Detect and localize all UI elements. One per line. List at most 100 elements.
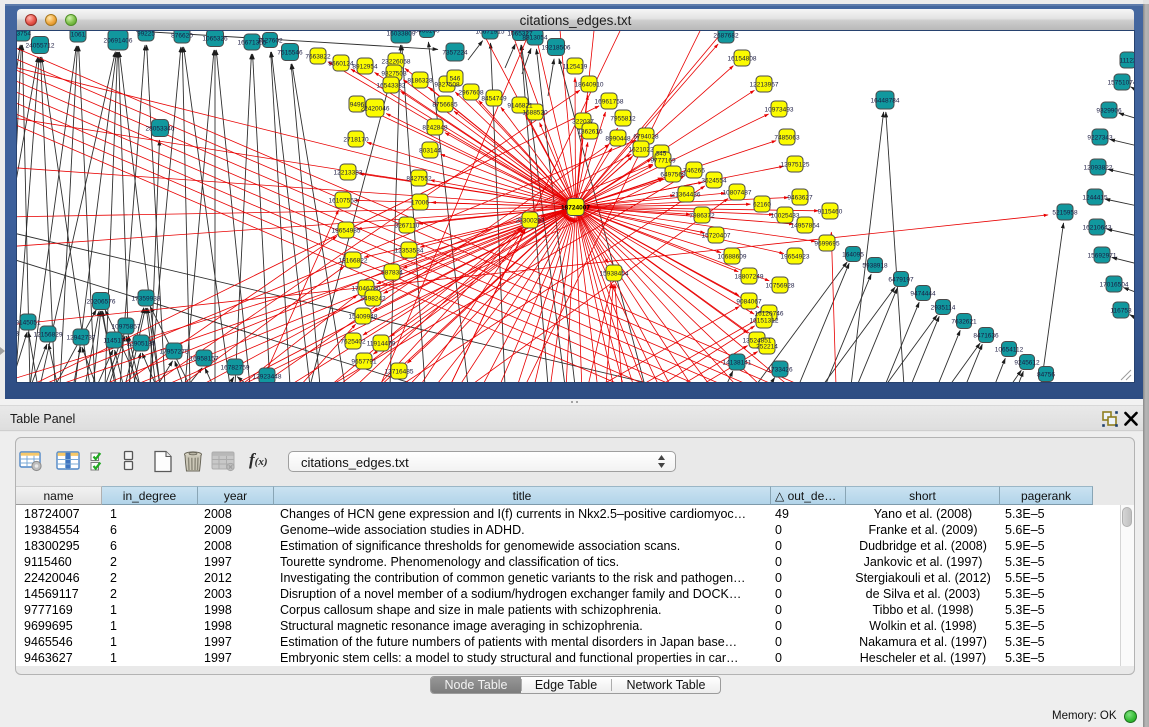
svg-text:9145051: 9145051 — [17, 320, 41, 327]
svg-text:7663822: 7663822 — [305, 54, 331, 61]
svg-text:9474444: 9474444 — [910, 291, 936, 298]
svg-text:6479197: 6479197 — [888, 277, 914, 284]
svg-text:7625402: 7625402 — [340, 339, 366, 346]
svg-text:15409948: 15409948 — [349, 314, 378, 321]
svg-text:17006: 17006 — [411, 200, 429, 207]
svg-text:3267110: 3267110 — [395, 223, 420, 230]
svg-text:15692971: 15692971 — [1088, 253, 1117, 260]
svg-text:5215958: 5215958 — [1052, 210, 1078, 217]
svg-text:6794028: 6794028 — [633, 134, 659, 141]
svg-text:18724007: 18724007 — [561, 205, 590, 212]
svg-text:19654985: 19654985 — [332, 228, 361, 235]
svg-text:10025433: 10025433 — [771, 213, 800, 220]
svg-text:16961758: 16961758 — [595, 99, 624, 106]
svg-text:16120746: 16120746 — [755, 311, 784, 318]
svg-text:8186328: 8186328 — [407, 78, 433, 85]
svg-text:7515546: 7515546 — [277, 50, 303, 57]
svg-text:84756: 84756 — [1037, 372, 1055, 379]
svg-text:10807487: 10807487 — [723, 190, 752, 197]
svg-text:9115460: 9115460 — [818, 209, 843, 216]
svg-text:1527602: 1527602 — [257, 38, 283, 45]
svg-text:22420046: 22420046 — [361, 106, 390, 113]
svg-text:11914479: 11914479 — [367, 341, 396, 348]
svg-text:587834: 587834 — [381, 270, 403, 277]
svg-text:1733426: 1733426 — [767, 367, 793, 374]
svg-text:13754: 13754 — [17, 31, 31, 38]
svg-text:10688609: 10688609 — [718, 254, 747, 261]
svg-text:28053346: 28053346 — [146, 126, 175, 133]
svg-text:17957275: 17957275 — [160, 349, 189, 356]
svg-text:114517: 114517 — [103, 338, 125, 345]
svg-text:10756928: 10756928 — [766, 283, 795, 290]
svg-text:12156829: 12156829 — [34, 332, 63, 339]
svg-text:99225: 99225 — [137, 31, 155, 38]
svg-text:3624554: 3624554 — [701, 178, 727, 185]
svg-text:15720407: 15720407 — [702, 233, 731, 240]
svg-text:16210643: 16210643 — [1083, 225, 1112, 232]
svg-text:12353584: 12353584 — [395, 248, 424, 255]
svg-text:8242848: 8242848 — [422, 125, 448, 132]
svg-text:1125419: 1125419 — [563, 64, 588, 71]
svg-text:12923448: 12923448 — [253, 374, 282, 381]
svg-text:16782759: 16782759 — [221, 365, 250, 372]
svg-text:9227343: 9227343 — [1087, 135, 1113, 142]
svg-text:12905185: 12905185 — [127, 341, 156, 348]
svg-text:9496: 9496 — [350, 102, 365, 109]
svg-text:10973493: 10973493 — [765, 107, 794, 114]
svg-text:252214: 252214 — [756, 344, 778, 351]
svg-text:8912954: 8912954 — [352, 64, 378, 71]
svg-text:164095: 164095 — [842, 252, 864, 259]
svg-text:20206576: 20206576 — [87, 299, 116, 306]
svg-text:9084067: 9084067 — [736, 299, 762, 306]
svg-text:116753: 116753 — [1110, 308, 1132, 315]
svg-text:322037: 322037 — [572, 119, 594, 126]
svg-text:1621022: 1621022 — [628, 147, 654, 154]
svg-text:14138141: 14138141 — [723, 360, 752, 367]
svg-text:7632621: 7632621 — [951, 319, 977, 326]
svg-text:62160: 62160 — [753, 202, 771, 209]
svg-text:10671915: 10671915 — [476, 31, 505, 36]
svg-text:8427552: 8427552 — [406, 176, 432, 183]
svg-text:8471636: 8471636 — [973, 333, 999, 340]
svg-text:12975125: 12975125 — [781, 162, 810, 169]
svg-text:12093822: 12093822 — [1084, 165, 1113, 172]
svg-text:2935114: 2935114 — [931, 305, 956, 312]
svg-text:1065326: 1065326 — [202, 36, 228, 43]
svg-text:12942737: 12942737 — [67, 335, 96, 342]
svg-text:23226058: 23226058 — [382, 59, 411, 66]
svg-text:2718170: 2718170 — [343, 137, 369, 144]
svg-text:15751074: 15751074 — [1108, 80, 1134, 87]
svg-text:6466160: 6466160 — [414, 31, 440, 35]
svg-text:19166822: 19166822 — [339, 258, 368, 265]
svg-text:17359938: 17359938 — [132, 296, 161, 303]
svg-text:5938918: 5938918 — [862, 263, 888, 270]
svg-text:9327508: 9327508 — [434, 82, 460, 89]
svg-text:19654923: 19654923 — [781, 254, 810, 261]
svg-text:24055712: 24055712 — [26, 43, 55, 50]
svg-text:16107553: 16107553 — [329, 198, 358, 205]
svg-text:7357224: 7357224 — [442, 50, 468, 57]
svg-text:15938454: 15938454 — [600, 271, 629, 278]
svg-text:803144: 803144 — [419, 148, 441, 155]
svg-text:25300293: 25300293 — [516, 218, 545, 225]
svg-text:17016504: 17016504 — [1100, 282, 1129, 289]
svg-text:876620: 876620 — [171, 33, 193, 40]
svg-text:16448784: 16448784 — [871, 98, 900, 105]
svg-text:546: 546 — [450, 76, 461, 83]
svg-text:18640910: 18640910 — [575, 82, 604, 89]
svg-text:1588520: 1588520 — [522, 110, 548, 117]
svg-text:7485063: 7485063 — [774, 135, 800, 142]
svg-text:345: 345 — [656, 151, 667, 158]
svg-text:16154808: 16154808 — [728, 56, 757, 63]
svg-text:9245612: 9245612 — [1014, 360, 1040, 367]
svg-text:13716485: 13716485 — [385, 369, 414, 376]
svg-text:2967608: 2967608 — [458, 90, 484, 97]
svg-text:8454749: 8454749 — [481, 96, 507, 103]
svg-text:5498242: 5498242 — [360, 296, 386, 303]
svg-text:17046780: 17046780 — [352, 286, 381, 293]
svg-text:19218506: 19218506 — [542, 45, 571, 52]
svg-text:9329906: 9329906 — [1096, 108, 1122, 115]
svg-text:21364436: 21364436 — [672, 192, 701, 199]
svg-text:7986372: 7986372 — [689, 213, 715, 220]
svg-text:9146821: 9146821 — [507, 103, 533, 110]
